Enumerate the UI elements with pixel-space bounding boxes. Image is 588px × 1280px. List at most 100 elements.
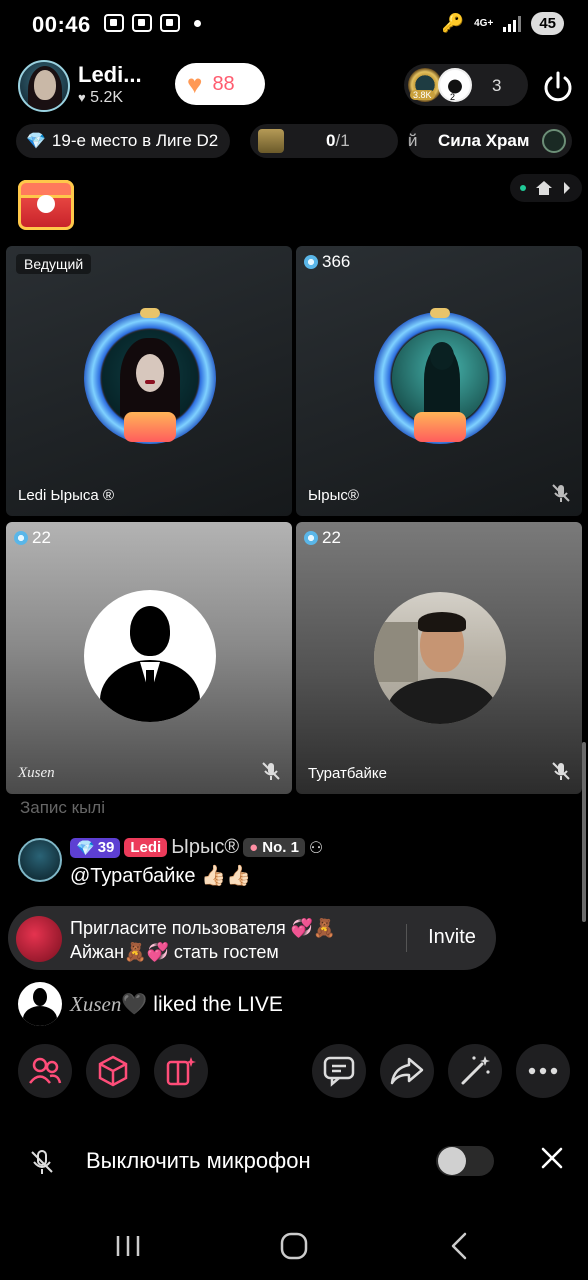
like-button[interactable]: ♥ 88 — [175, 63, 265, 105]
host-name[interactable]: Ledi... — [78, 62, 142, 88]
invitee-avatar — [16, 916, 62, 962]
invite-button[interactable]: Invite — [412, 926, 492, 949]
level-badge: 💎 39 — [70, 837, 121, 858]
power-ranking-pill[interactable]: й Сила Храм — [408, 124, 572, 158]
effects-button[interactable] — [448, 1044, 502, 1098]
like-count: 88 — [212, 72, 235, 95]
more-button[interactable] — [516, 1044, 570, 1098]
score-icon — [304, 531, 318, 545]
status-right: 🔑 4G+ 45 — [442, 12, 564, 35]
power-label: Сила Храм — [438, 131, 530, 150]
chat-message-text: @Туратбайке 👍🏻👍🏻 — [70, 865, 251, 887]
toggle-knob — [438, 1147, 466, 1175]
network-type: 4G+ — [474, 17, 494, 29]
guest-score: 22 — [304, 528, 341, 548]
viewer-badge: 2 — [450, 92, 456, 102]
chat-user-avatar[interactable] — [18, 838, 62, 882]
heart-icon: ♥ — [187, 69, 203, 99]
liked-user-avatar[interactable] — [18, 982, 62, 1026]
rank-badge: ● No. 1 — [243, 838, 305, 857]
mic-off-icon — [31, 1150, 53, 1174]
avatar-frame — [374, 308, 506, 444]
quest-progress: 0/1 — [326, 131, 350, 150]
small-heart-icon: ♥ — [78, 90, 86, 105]
chat-message-header: 💎 39 Ledi Ырыс® ● No. 1 ⚇ — [70, 836, 323, 859]
chat-faded-line: Запис кылі — [20, 798, 105, 817]
guest-name: Xusen — [18, 765, 55, 781]
guest-cell[interactable]: 22 Xusen — [6, 522, 292, 794]
chevron-right-icon[interactable] — [562, 181, 572, 195]
book-sparkle-icon — [166, 1057, 196, 1086]
close-icon[interactable] — [538, 1144, 566, 1172]
power-icon[interactable] — [538, 68, 578, 108]
key-icon: 🔑 — [441, 13, 465, 33]
status-dot-icon — [520, 185, 527, 191]
battery-level: 45 — [531, 12, 564, 35]
divider — [406, 924, 407, 952]
guest-score: 366 — [304, 252, 350, 272]
screenshot-icon — [160, 14, 180, 32]
guests-button[interactable] — [18, 1044, 72, 1098]
liked-notice: Xusen🖤 liked the LIVE — [70, 992, 283, 1016]
host-likes: ♥ 5.2K — [78, 89, 123, 107]
share-button[interactable] — [380, 1044, 434, 1098]
treasure-chest-icon[interactable] — [18, 180, 74, 230]
viewer-badge: 3.8K — [410, 90, 435, 100]
guest-score: 22 — [14, 528, 51, 548]
notification-dot-icon — [194, 19, 201, 27]
mic-muted-icon — [552, 762, 570, 780]
score-icon — [14, 531, 28, 545]
guests-icon — [29, 1057, 62, 1084]
viewers-count: 3 — [492, 76, 502, 95]
screenshot-icon — [132, 14, 152, 32]
diamond-icon: 💎 — [26, 133, 46, 150]
quest-icon — [258, 129, 284, 153]
guest-name: Ledi Ырыса ® — [18, 487, 114, 504]
host-avatar[interactable] — [18, 60, 70, 112]
live-room-screen: 00:46 🔑 4G+ 45 Ledi... ♥ 5.2K ♥ 88 3.8K … — [0, 0, 588, 1280]
guest-avatar — [374, 592, 506, 724]
scrollbar[interactable] — [582, 742, 586, 922]
guest-cell-host[interactable]: Ведущий Ledi Ырыса ® — [6, 246, 292, 516]
book-button[interactable] — [154, 1044, 208, 1098]
user-settings-icon: ⚇ — [308, 839, 324, 857]
home-nav-icon[interactable] — [274, 1226, 314, 1266]
crown-icon — [542, 129, 566, 153]
recent-apps-icon[interactable] — [108, 1226, 148, 1266]
viewers-list[interactable]: 3.8K 2 3 — [404, 64, 528, 106]
quest-pill[interactable]: 0/1 — [250, 124, 398, 158]
mini-nav[interactable] — [510, 174, 582, 202]
mute-mic-label: Выключить микрофон — [86, 1148, 311, 1173]
chat-username[interactable]: Ырыс® — [171, 836, 239, 859]
power-lead-text: й — [408, 131, 418, 150]
liked-username[interactable]: Xusen — [70, 992, 121, 1016]
guest-avatar — [84, 590, 216, 722]
back-icon[interactable] — [440, 1226, 480, 1266]
mic-muted-icon — [262, 762, 280, 780]
league-rank-pill[interactable]: 💎 19-е место в Лиге D2 — [16, 124, 230, 158]
guest-cell[interactable]: 22 Туратбайке — [296, 522, 582, 794]
share-icon — [390, 1057, 424, 1085]
invite-text: Пригласите пользователя 💞🧸 Айжан🧸💞 стать… — [70, 918, 336, 962]
signal-icon — [503, 15, 522, 32]
score-icon — [304, 255, 318, 269]
guest-name: Туратбайке — [308, 765, 387, 782]
host-tag: Ведущий — [16, 254, 92, 274]
status-notification-icons — [104, 14, 201, 32]
fan-club-badge: Ledi — [124, 838, 168, 857]
gift-box-button[interactable] — [86, 1044, 140, 1098]
comment-button[interactable] — [312, 1044, 366, 1098]
league-text: 19-е место в Лиге D2 — [51, 131, 219, 150]
invite-guest-banner: Пригласите пользователя 💞🧸 Айжан🧸💞 стать… — [8, 906, 496, 970]
cube-gift-icon — [98, 1055, 128, 1087]
status-time: 00:46 — [32, 12, 91, 37]
home-icon[interactable] — [535, 180, 553, 196]
guest-cell[interactable]: 366 Ырыс® — [296, 246, 582, 516]
screenshot-icon — [104, 14, 124, 32]
guest-name: Ырыс® — [308, 487, 359, 504]
avatar-frame — [84, 308, 216, 444]
host-likes-count: 5.2K — [90, 89, 124, 106]
chat-bubble-icon — [323, 1056, 355, 1087]
mute-mic-toggle[interactable] — [436, 1146, 494, 1176]
mic-muted-icon — [552, 484, 570, 502]
